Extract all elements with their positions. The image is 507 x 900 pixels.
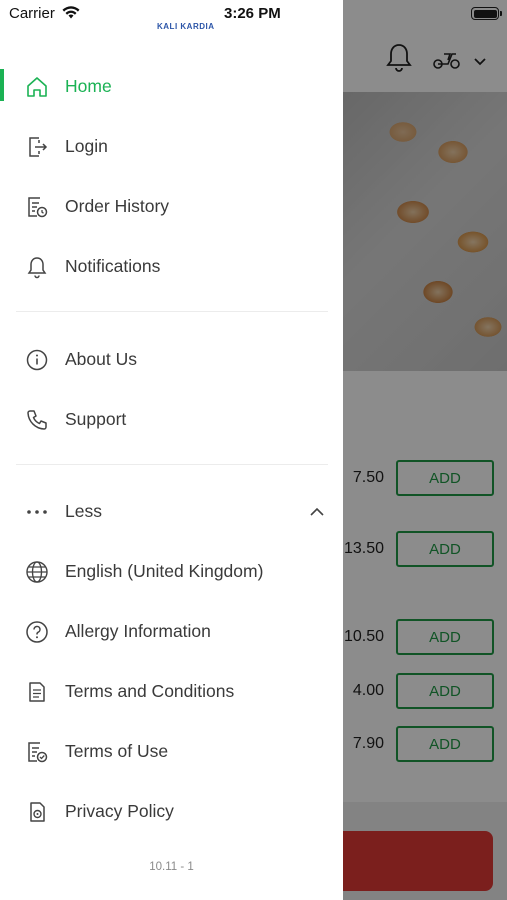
menu-item-terms-of-use[interactable]: Terms of Use: [0, 726, 343, 776]
menu-item-about-us[interactable]: About Us: [0, 334, 343, 384]
menu-item-login[interactable]: Login: [0, 121, 343, 171]
divider: [16, 464, 328, 465]
more-dots-icon: [24, 499, 50, 525]
menu-item-language[interactable]: English (United Kingdom): [0, 546, 343, 596]
menu-item-label: Notifications: [65, 255, 161, 276]
menu-item-privacy-policy[interactable]: Privacy Policy: [0, 786, 343, 836]
privacy-icon: [24, 799, 50, 825]
navigation-drawer: KALI KARDIA Home Login Order History Not…: [0, 0, 343, 900]
menu-item-label: Home: [65, 75, 112, 96]
carrier-label: Carrier: [9, 5, 55, 22]
wifi-icon: [62, 6, 80, 24]
clock: 3:26 PM: [224, 5, 281, 22]
login-icon: [24, 134, 50, 160]
bell-icon: [24, 254, 50, 280]
menu-item-label: Terms of Use: [65, 740, 169, 761]
menu-item-label: Login: [65, 135, 108, 156]
document-check-icon: [24, 739, 50, 765]
menu-item-label: Privacy Policy: [65, 800, 174, 821]
document-icon: [24, 679, 50, 705]
menu-item-label: English (United Kingdom): [65, 560, 264, 581]
menu-item-label: Less: [65, 500, 102, 521]
menu-item-label: Allergy Information: [65, 620, 211, 641]
divider: [16, 311, 328, 312]
info-icon: [24, 347, 50, 373]
chevron-up-icon: [309, 505, 325, 523]
drawer-backdrop[interactable]: [343, 0, 507, 900]
menu-item-label: Order History: [65, 195, 170, 216]
menu-item-support[interactable]: Support: [0, 394, 343, 444]
battery-icon: [471, 7, 502, 20]
menu-item-label: Support: [65, 408, 127, 429]
menu-item-home[interactable]: Home: [0, 61, 343, 111]
menu-toggle-less[interactable]: Less: [0, 486, 343, 536]
menu-item-order-history[interactable]: Order History: [0, 181, 343, 231]
question-icon: [24, 619, 50, 645]
app-version: 10.11 - 1: [149, 861, 194, 873]
home-icon: [24, 74, 50, 100]
order-history-icon: [24, 194, 50, 220]
menu-item-terms-and-conditions[interactable]: Terms and Conditions: [0, 666, 343, 716]
status-bar: Carrier 3:26 PM: [0, 0, 507, 28]
menu-item-label: About Us: [65, 348, 137, 369]
phone-icon: [24, 407, 50, 433]
menu-item-label: Terms and Conditions: [65, 680, 235, 701]
menu-item-allergy-information[interactable]: Allergy Information: [0, 606, 343, 656]
menu-item-notifications[interactable]: Notifications: [0, 241, 343, 291]
globe-icon: [24, 559, 50, 585]
